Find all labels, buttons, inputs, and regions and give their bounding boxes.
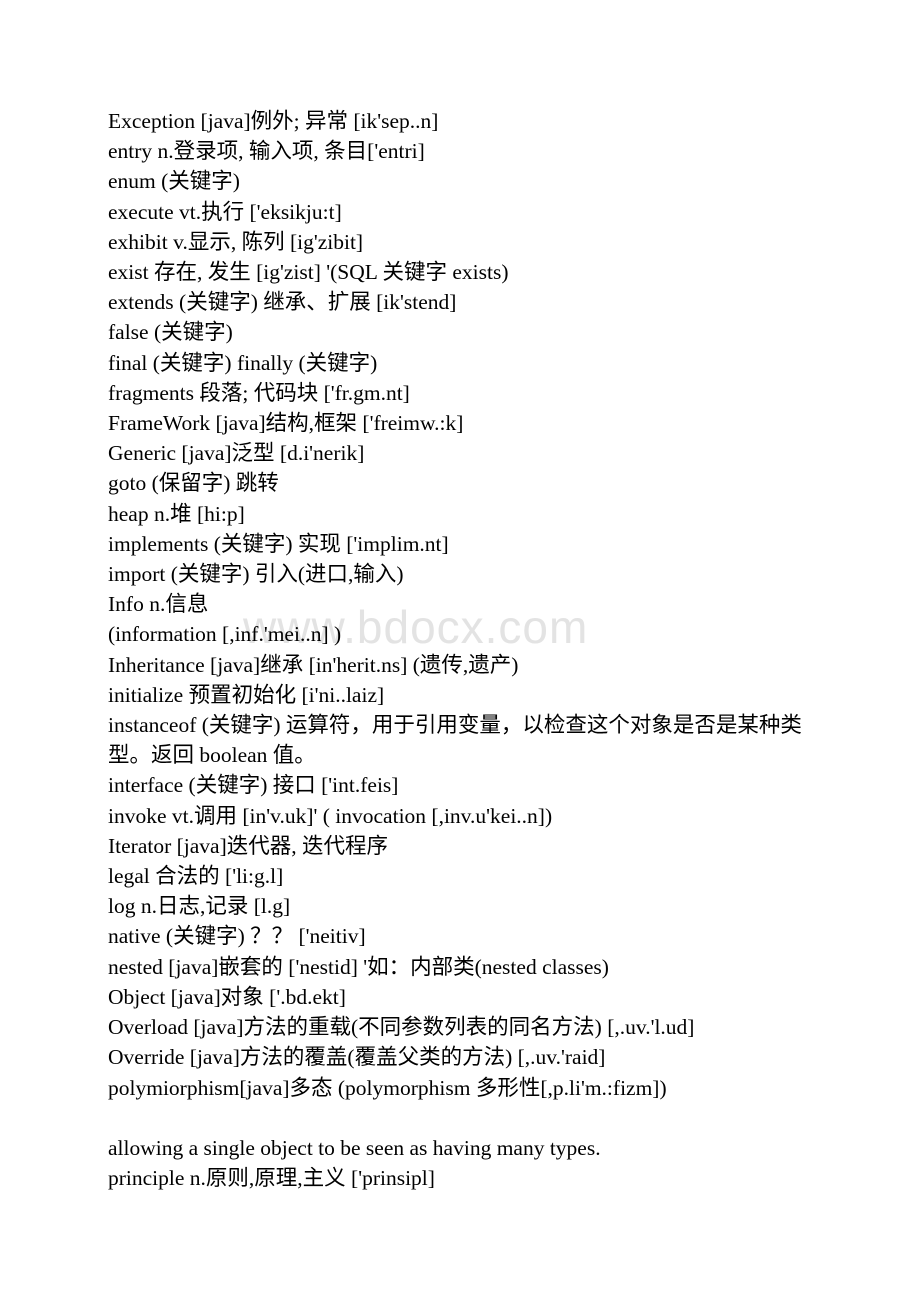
text-line: implements (关键字) 实现 ['implim.nt] [108, 531, 449, 556]
text-line: interface (关键字) 接口 ['int.feis] [108, 773, 399, 798]
text-line: Generic [java]泛型 [d.i'nerik] [108, 441, 365, 466]
text-line: Object [java]对象 ['.bd.ekt] [108, 984, 346, 1009]
glossary-text-body: Exception [java]例外; 异常 [ik'sep..n] entry… [108, 106, 808, 1193]
document-page: www.bdocx.com Exception [java]例外; 异常 [ik… [0, 0, 920, 1302]
text-line: enum (关键字) [108, 169, 240, 194]
text-line: Exception [java]例外; 异常 [ik'sep..n] [108, 109, 439, 133]
text-line: instanceof (关键字) 运算符，用于引用变量，以检查这个对象是否是某种… [108, 713, 802, 768]
text-line: Iterator [java]迭代器, 迭代程序 [108, 833, 389, 858]
text-line: entry n.登录项, 输入项, 条目['entri] [108, 139, 425, 164]
text-line: exist 存在, 发生 [ig'zist] '(SQL 关键字 exists) [108, 260, 509, 285]
text-line: FrameWork [java]结构,框架 ['freimw.:k] [108, 411, 464, 436]
text-line: (information [,inf.'mei..n] ) [108, 622, 342, 647]
text-line: native (关键字) ？？ ['neitiv] [108, 924, 366, 949]
text-line: extends (关键字) 继承、扩展 [ik'stend] [108, 290, 457, 315]
text-line: log n.日志,记录 [l.g] [108, 894, 291, 919]
text-line: invoke vt.调用 [in'v.uk]' ( invocation [,i… [108, 803, 553, 828]
text-line: fragments 段落; 代码块 ['fr.gm.nt] [108, 380, 410, 405]
text-line: initialize 预置初始化 [i'ni..laiz] [108, 682, 385, 707]
text-line: legal 合法的 ['li:g.l] [108, 864, 284, 889]
text-line: import (关键字) 引入(进口,输入) [108, 562, 404, 587]
text-line: false (关键字) [108, 320, 233, 345]
text-line: exhibit v.显示, 陈列 [ig'zibit] [108, 229, 364, 254]
text-line: Info n.信息 [108, 592, 209, 617]
text-line: Overload [java]方法的重载(不同参数列表的同名方法) [,.uv.… [108, 1015, 695, 1040]
text-line: goto (保留字) 跳转 [108, 471, 279, 496]
text-line: allowing a single object to be seen as h… [108, 1135, 601, 1160]
text-line: heap n.堆 [hi:p] [108, 501, 245, 526]
text-line: Inheritance [java]继承 [in'herit.ns] (遗传,遗… [108, 652, 519, 677]
text-line: principle n.原则,原理,主义 ['prinsipl] [108, 1166, 435, 1191]
text-line: polymiorphism[java]多态 (polymorphism 多形性[… [108, 1075, 667, 1100]
text-line: Override [java]方法的覆盖(覆盖父类的方法) [,.uv.'rai… [108, 1045, 606, 1070]
text-line: execute vt.执行 ['eksikju:t] [108, 199, 342, 224]
text-line: final (关键字) finally (关键字) [108, 350, 378, 375]
text-line: nested [java]嵌套的 ['nestid] '如：内部类(nested… [108, 954, 609, 979]
